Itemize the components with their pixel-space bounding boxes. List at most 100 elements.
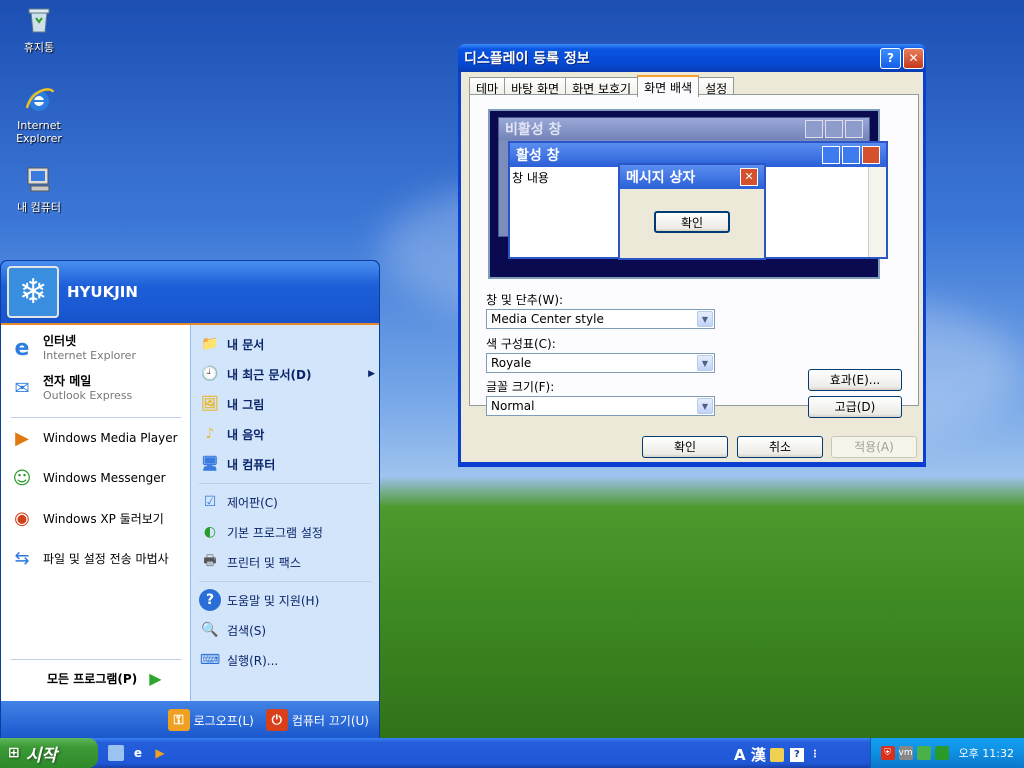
appearance-panel: 비활성 창 활성 창 창 내용 메시지 상자 ✕ 확인 창 및 단추(W): M… (469, 94, 919, 418)
pinned-title: 전자 메일 (43, 373, 92, 388)
chevron-down-icon[interactable]: ▼ (697, 355, 713, 371)
volume-icon[interactable] (934, 746, 949, 760)
menu-label: 내 그림 (227, 397, 265, 412)
help-button[interactable]: ? (880, 47, 901, 69)
network-icon[interactable] (916, 746, 931, 760)
default-programs-icon: ◐ (203, 524, 217, 540)
appearance-preview: 비활성 창 활성 창 창 내용 메시지 상자 ✕ 확인 (488, 109, 888, 279)
menu-label: 프린터 및 팩스 (227, 555, 301, 570)
start-button[interactable]: ⊞ 시작 (0, 738, 98, 768)
minimize-icon (822, 146, 840, 164)
window-style-value: Media Center style (491, 312, 604, 326)
tab-appearance[interactable]: 화면 배색 (637, 75, 700, 97)
outlook-express-icon: ✉ (14, 377, 30, 399)
recent-label: Windows Messenger (43, 471, 166, 485)
recent-windows-messenger[interactable]: ☺ Windows Messenger (7, 463, 166, 493)
language-bar[interactable]: A 漢 ? ⋮ (734, 744, 820, 765)
menu-printers[interactable]: 🖶 프린터 및 팩스 (199, 551, 301, 573)
pinned-title: 인터넷 (43, 333, 77, 348)
media-player-icon[interactable]: ▶ (152, 745, 168, 761)
preview-window-text: 창 내용 (512, 171, 549, 185)
chevron-down-icon[interactable]: ▼ (697, 398, 713, 414)
options-icon: ⋮ (809, 749, 820, 760)
printer-icon: 🖶 (203, 553, 217, 569)
color-scheme-select[interactable]: Royale ▼ (486, 353, 715, 373)
ok-button[interactable]: 확인 (642, 436, 728, 458)
desktop-icon-my-computer[interactable]: 내 컴퓨터 (2, 164, 76, 215)
pictures-folder-icon: 🖼 (201, 396, 219, 412)
xp-tour-icon: ◉ (14, 507, 30, 529)
internet-explorer-icon[interactable]: e (130, 745, 146, 761)
maximize-icon (825, 120, 843, 138)
recycle-bin-icon (28, 8, 50, 33)
preview-inactive-title: 비활성 창 (505, 122, 562, 138)
shutdown-button[interactable]: ⏻ 컴퓨터 끄기(U) (265, 709, 369, 731)
color-scheme-label: 색 구성표(C): (486, 337, 556, 351)
show-desktop-icon[interactable] (108, 745, 124, 761)
window-titlebar[interactable]: 디스플레이 등록 정보 ? ✕ (458, 44, 926, 72)
font-size-select[interactable]: Normal ▼ (486, 396, 715, 416)
start-menu-footer: ⚿ 로그오프(L) ⏻ 컴퓨터 끄기(U) (1, 701, 379, 739)
recent-windows-media-player[interactable]: ▶ Windows Media Player (7, 423, 178, 453)
recent-files-settings-transfer[interactable]: ⇆ 파일 및 설정 전송 마법사 (7, 543, 168, 573)
divider (11, 659, 181, 660)
recent-xp-tour[interactable]: ◉ Windows XP 둘러보기 (7, 503, 164, 533)
menu-my-computer[interactable]: 🖥 내 컴퓨터 (199, 453, 275, 475)
display-properties-window: 디스플레이 등록 정보 ? ✕ 테마 바탕 화면 화면 보호기 화면 배색 설정… (458, 44, 926, 467)
menu-label: 내 컴퓨터 (227, 457, 276, 472)
desktop-icon-recycle-bin[interactable]: 휴지통 (2, 4, 76, 55)
start-menu-left-column: e 인터넷 Internet Explorer ✉ 전자 메일 Outlook Ex… (1, 325, 190, 701)
all-programs-button[interactable]: 모든 프로그램(P) ▶ (47, 669, 162, 688)
menu-control-panel[interactable]: ☑ 제어판(C) (199, 491, 278, 513)
divider (199, 581, 371, 582)
power-icon: ⏻ (265, 709, 288, 731)
font-size-value: Normal (491, 399, 535, 413)
security-shield-icon[interactable]: ⛨ (880, 746, 895, 760)
desktop-icon-internet-explorer[interactable]: Internet Explorer (2, 84, 76, 145)
pinned-internet[interactable]: e 인터넷 Internet Explorer (7, 333, 136, 363)
advanced-button[interactable]: 고급(D) (808, 396, 902, 418)
help-icon: ? (789, 747, 804, 762)
menu-recent-documents[interactable]: 🕘 내 최근 문서(D) ▶ (199, 363, 375, 385)
menu-my-music[interactable]: ♪ 내 음악 (199, 423, 265, 445)
preview-message-box: 메시지 상자 ✕ 확인 (618, 163, 766, 260)
menu-label: 검색(S) (227, 623, 267, 638)
menu-search[interactable]: 🔍 검색(S) (199, 619, 266, 641)
desktop-icon-label: 휴지통 (23, 41, 55, 54)
key-icon: ⚿ (167, 709, 190, 731)
pinned-email[interactable]: ✉ 전자 메일 Outlook Express (7, 373, 132, 403)
avatar[interactable]: ❄ (7, 266, 59, 318)
close-icon: ✕ (740, 168, 758, 186)
help-icon: ? (887, 51, 894, 65)
divider (199, 483, 371, 484)
transfer-wizard-icon: ⇆ (14, 547, 30, 569)
tab-strip: 테마 바탕 화면 화면 보호기 화면 배색 설정 (469, 74, 735, 97)
help-icon: ? (199, 589, 221, 611)
vmware-icon[interactable]: vm (899, 746, 913, 760)
shutdown-label: 컴퓨터 끄기(U) (291, 713, 369, 728)
menu-my-documents[interactable]: 📁 내 문서 (199, 333, 264, 355)
cancel-button[interactable]: 취소 (737, 436, 823, 458)
preview-msgbox-ok: 확인 (654, 211, 730, 233)
start-label: 시작 (25, 745, 58, 766)
maximize-icon (842, 146, 860, 164)
pinned-sub: Internet Explorer (43, 348, 136, 362)
user-name: HYUKJIN (67, 283, 138, 301)
chevron-down-icon[interactable]: ▼ (697, 311, 713, 327)
recent-documents-icon: 🕘 (201, 366, 219, 382)
menu-default-programs[interactable]: ◐ 기본 프로그램 설정 (199, 521, 323, 543)
logoff-button[interactable]: ⚿ 로그오프(L) (167, 709, 254, 731)
effects-button[interactable]: 효과(E)... (808, 369, 902, 391)
close-icon: ✕ (908, 51, 919, 65)
window-style-select[interactable]: Media Center style ▼ (486, 309, 715, 329)
menu-help[interactable]: ? 도움말 및 지원(H) (199, 589, 319, 611)
start-menu-right-column: 📁 내 문서 🕘 내 최근 문서(D) ▶ 🖼 내 그림 ♪ 내 음악 🖥 내 컴퓨터 ☑ 제… (190, 325, 379, 701)
menu-run[interactable]: ⌨ 실행(R)... (199, 649, 278, 671)
my-computer-icon (27, 167, 50, 192)
my-computer-icon: 🖥 (201, 456, 219, 472)
close-button[interactable]: ✕ (903, 47, 924, 69)
preview-msgbox-title: 메시지 상자 (626, 170, 696, 186)
menu-my-pictures[interactable]: 🖼 내 그림 (199, 393, 264, 415)
apply-button[interactable]: 적용(A) (831, 436, 917, 458)
window-title: 디스플레이 등록 정보 (464, 51, 590, 67)
